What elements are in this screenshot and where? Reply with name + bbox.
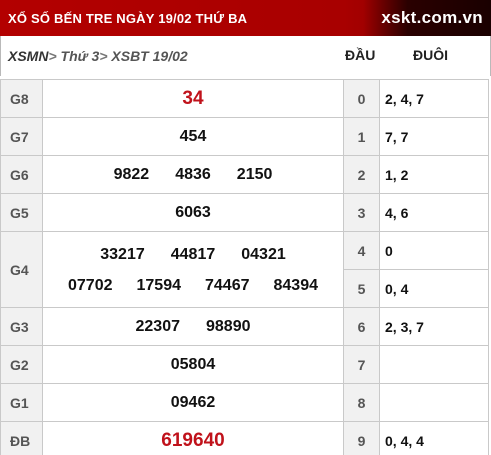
prize-number: 22307 [135,317,181,335]
loto-head: 5 [343,269,380,308]
prize-label-db: ĐB [0,421,43,455]
prize-value-g4: 33217 44817 04321 07702 17594 74467 84394 [42,231,344,308]
prize-label-g3: G3 [0,307,43,346]
breadcrumb-separator: > [48,48,57,64]
breadcrumb-separator: > [99,48,108,64]
prize-value-g3: 22307 98890 [42,307,344,346]
table-row: G2 05804 7 [0,345,489,384]
loto-tail: 0, 4, 4 [379,421,489,455]
loto-head: 1 [343,117,380,156]
prize-label-g2: G2 [0,345,43,384]
prize-value-g7: 454 [42,117,344,156]
prize-number: 04321 [241,245,286,263]
loto-head: 7 [343,345,380,384]
loto-head: 8 [343,383,380,422]
loto-head: 3 [343,193,380,232]
prize-number: 17594 [136,276,182,294]
table-row: G8 34 0 2, 4, 7 [0,79,489,118]
prize-value-g8: 34 [42,79,344,118]
prize-value-g6: 9822 4836 2150 [42,155,344,194]
table-row: ĐB 619640 9 0, 4, 4 [0,421,489,455]
table-row: G7 454 1 7, 7 [0,117,489,156]
table-row: G6 9822 4836 2150 2 1, 2 [0,155,489,194]
prize-value-g5: 6063 [42,193,344,232]
breadcrumb-link-xsmn[interactable]: XSMN [8,48,48,64]
table-row: G4 33217 44817 04321 07702 17594 74467 84394 … [0,231,489,308]
prize-number: 4836 [175,165,211,183]
breadcrumb-link-weekday[interactable]: Thứ 3 [61,48,100,64]
prize-number: 33217 [100,245,145,263]
loto-tail: 7, 7 [379,117,489,156]
site-logo-text[interactable]: xskt.com.vn [381,8,483,28]
prize-label-g8: G8 [0,79,43,118]
prize-number: 05804 [170,355,216,373]
loto-head: 4 [343,231,380,270]
breadcrumb-link-xsbt[interactable]: XSBT 19/02 [111,48,187,64]
page-header: XỔ SỐ BẾN TRE NGÀY 19/02 THỨ BA xskt.com… [0,0,491,36]
prize-label-g4: G4 [0,231,43,308]
prize-number: 619640 [161,429,225,451]
results-table: G8 34 0 2, 4, 7 G7 454 1 7, 7 G6 9822 483… [0,79,489,455]
prize-number: 34 [182,87,204,109]
loto-tail: 0, 4 [379,269,489,308]
table-row: G1 09462 8 [0,383,489,422]
loto-head: 0 [343,79,380,118]
prize-line: 07702 17594 74467 84394 [43,276,343,295]
breadcrumb: XSMN> Thứ 3> XSBT 19/02 [8,48,188,64]
prize-value-g2: 05804 [42,345,344,384]
loto-tail [379,383,489,422]
table-row: G3 22307 98890 6 2, 3, 7 [0,307,489,346]
prize-number: 2150 [236,165,273,183]
prize-line: 33217 44817 04321 [43,245,343,264]
loto-tail: 4, 6 [379,193,489,232]
prize-value-special: 619640 [42,421,344,455]
prize-number: 98890 [206,317,251,335]
prize-label-g7: G7 [0,117,43,156]
prize-value-g1: 09462 [42,383,344,422]
loto-tail: 0 [379,231,489,270]
prize-number: 44817 [170,245,216,263]
loto-tail: 2, 3, 7 [379,307,489,346]
prize-number: 84394 [273,276,319,294]
loto-head: 6 [343,307,380,346]
prize-label-g1: G1 [0,383,43,422]
loto-tail [379,345,489,384]
loto-tail: 2, 4, 7 [379,79,489,118]
column-header-dau: ĐẦU [345,47,376,63]
prize-number: 09462 [170,393,216,411]
prize-label-g6: G6 [0,155,43,194]
loto-head: 2 [343,155,380,194]
loto-head: 9 [343,421,380,455]
prize-number: 74467 [205,276,250,294]
prize-label-g5: G5 [0,193,43,232]
sub-header: XSMN> Thứ 3> XSBT 19/02 ĐẦU ĐUÔI [0,36,491,76]
prize-number: 9822 [113,165,150,183]
prize-number: 454 [179,127,207,145]
site-logo[interactable]: xskt.com.vn [363,0,491,36]
prize-number: 07702 [68,276,113,294]
prize-number: 6063 [175,203,211,221]
table-row: G5 6063 3 4, 6 [0,193,489,232]
page-title: XỔ SỐ BẾN TRE NGÀY 19/02 THỨ BA [8,10,248,26]
column-header-duoi: ĐUÔI [413,47,448,63]
loto-tail: 1, 2 [379,155,489,194]
